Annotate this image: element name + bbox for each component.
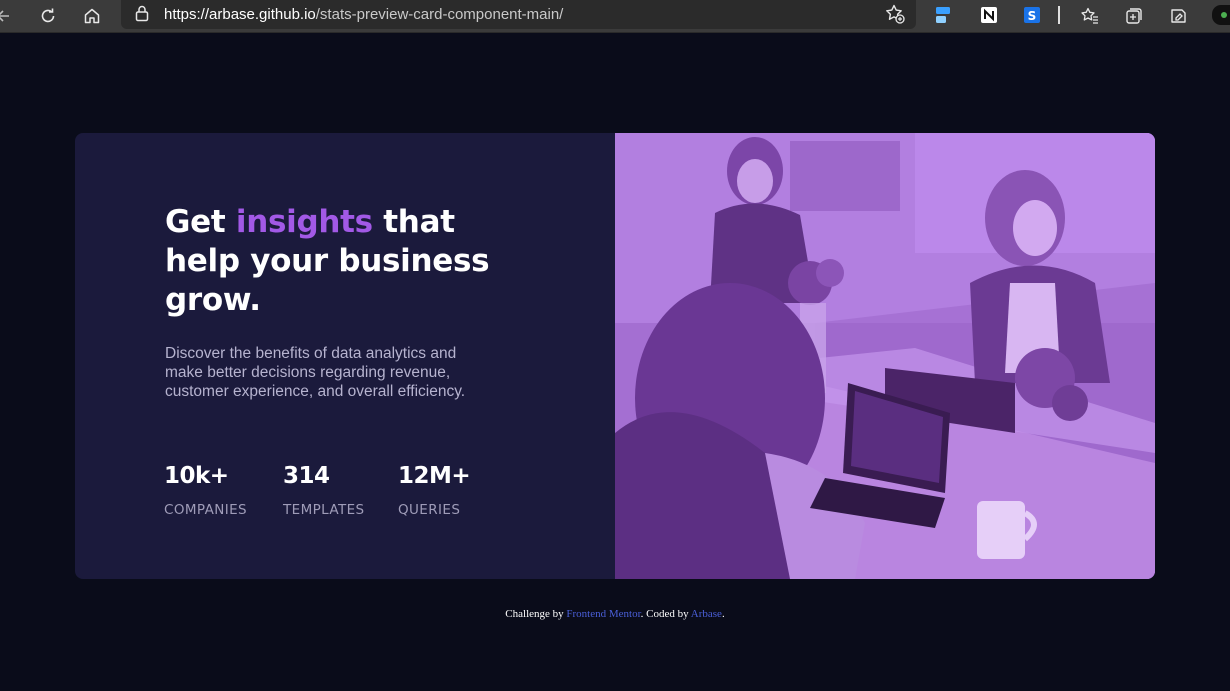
reload-icon <box>41 8 55 23</box>
profile-icon <box>1171 9 1186 23</box>
attribution-suffix: . <box>721 608 725 620</box>
attribution: Challenge by Frontend Mentor. Coded by A… <box>0 608 1230 620</box>
extension-overflow[interactable] <box>1212 5 1230 25</box>
author-link[interactable]: Arbase <box>691 608 722 620</box>
extension-button[interactable] <box>933 5 953 25</box>
address-bar[interactable]: https://arbase.github.io/stats-preview-c… <box>121 0 916 29</box>
stat-value: 314 <box>283 463 330 489</box>
headline-part1: Get <box>165 204 236 240</box>
collections-button[interactable] <box>1120 2 1148 30</box>
profile-button[interactable] <box>1164 2 1192 30</box>
stats-list: 10k+ COMPANIES 314 TEMPLATES 12M+ QUERIE… <box>164 462 564 522</box>
stats-preview-card: Get insights that help your business gro… <box>75 133 1155 579</box>
collections-icon <box>1126 8 1142 24</box>
stat-templates: 314 TEMPLATES <box>283 462 365 518</box>
notion-icon <box>981 7 997 23</box>
frontend-mentor-link[interactable]: Frontend Mentor <box>566 608 640 620</box>
home-button[interactable] <box>78 2 106 30</box>
home-icon <box>84 8 100 24</box>
extension-s-icon: S <box>1024 7 1040 23</box>
notion-button[interactable] <box>979 5 999 25</box>
favorites-icon <box>1081 7 1098 24</box>
url-host: https://arbase.github.io <box>164 6 316 23</box>
reload-button[interactable] <box>34 2 62 30</box>
favorites-button[interactable] <box>1076 2 1104 30</box>
office-photo <box>615 133 1155 579</box>
card-headline: Get insights that help your business gro… <box>165 203 495 320</box>
extension-icon <box>936 7 950 23</box>
svg-text:S: S <box>1028 9 1037 23</box>
url-text[interactable]: https://arbase.github.io/stats-preview-c… <box>164 6 563 23</box>
stat-value: 10k+ <box>164 463 229 489</box>
browser-toolbar: https://arbase.github.io/stats-preview-c… <box>0 0 1230 33</box>
stat-label: TEMPLATES <box>283 502 365 518</box>
stat-companies: 10k+ COMPANIES <box>164 462 247 518</box>
lock-icon[interactable] <box>135 5 149 22</box>
back-button[interactable] <box>0 2 18 30</box>
stat-label: COMPANIES <box>164 502 247 518</box>
add-favorite-icon[interactable] <box>884 3 906 25</box>
extension-s-button[interactable]: S <box>1022 5 1042 25</box>
back-icon <box>0 10 9 22</box>
card-content: Get insights that help your business gro… <box>75 133 615 579</box>
stat-label: QUERIES <box>398 502 461 518</box>
card-description: Discover the benefits of data analytics … <box>165 345 466 400</box>
stat-value: 12M+ <box>398 463 471 489</box>
url-path: /stats-preview-card-component-main/ <box>315 6 564 23</box>
attribution-prefix: Challenge by <box>505 608 567 620</box>
extension-overflow-icon <box>1221 12 1227 18</box>
toolbar-separator <box>1058 6 1060 24</box>
headline-accent: insights <box>235 204 373 240</box>
stat-queries: 12M+ QUERIES <box>398 462 471 518</box>
attribution-middle: . Coded by <box>640 608 691 620</box>
